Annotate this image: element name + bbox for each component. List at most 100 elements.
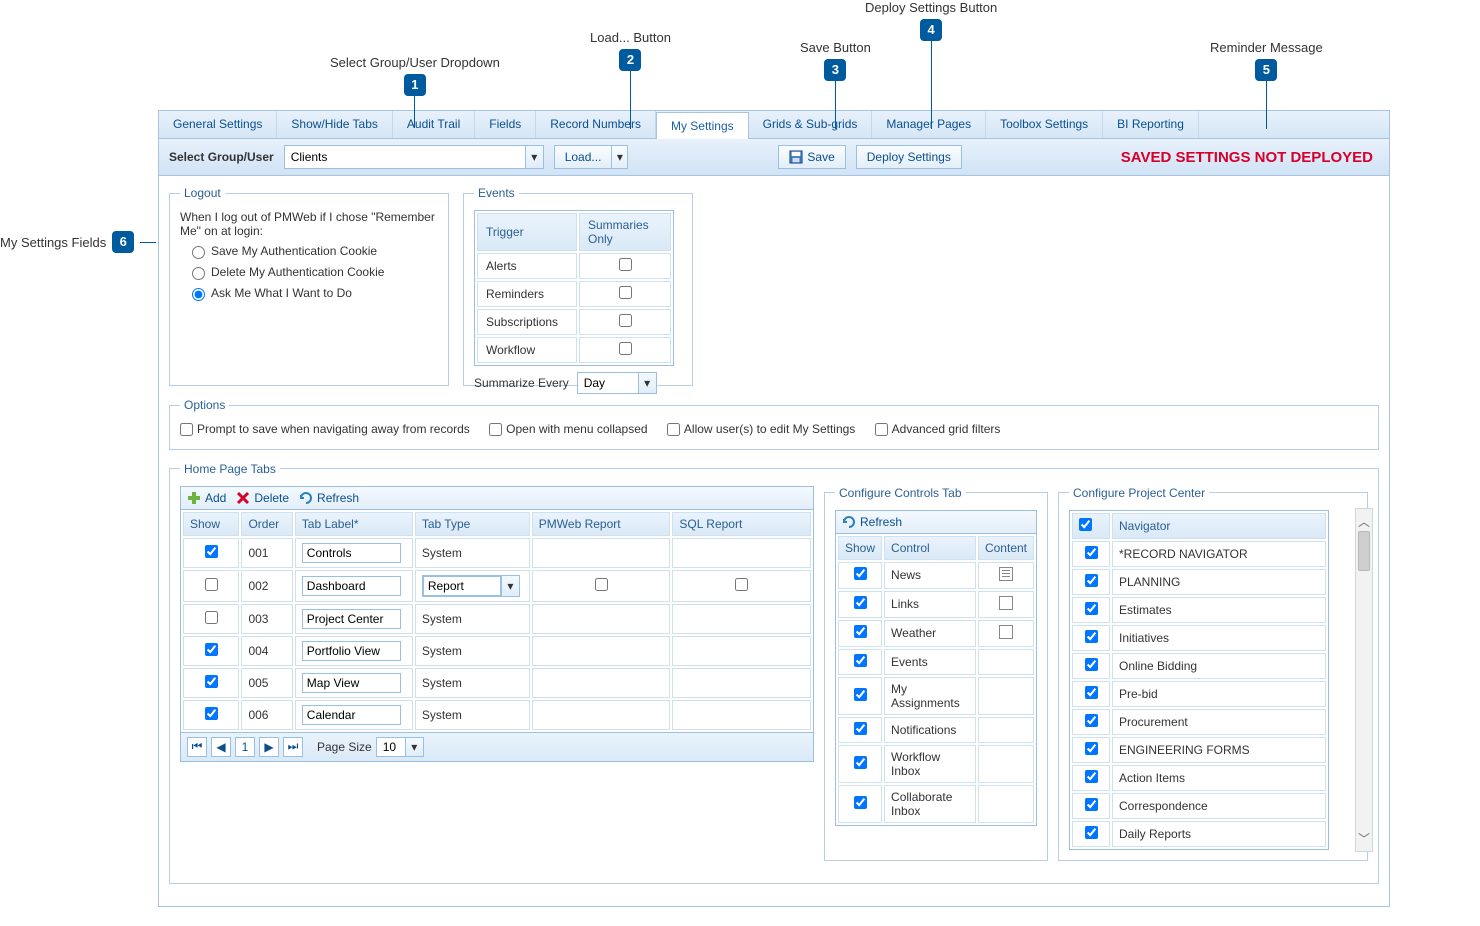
tab-my-settings[interactable]: My Settings	[656, 112, 749, 139]
show-checkbox[interactable]	[205, 707, 218, 720]
radio-delete-cookie[interactable]	[192, 267, 205, 280]
table-row[interactable]: Workflow Inbox	[838, 745, 1034, 783]
workflow-checkbox[interactable]	[619, 342, 632, 355]
tab-label-input[interactable]	[302, 705, 401, 725]
summarize-dropdown[interactable]: ▾	[577, 372, 657, 394]
col-pmweb[interactable]: PMWeb Report	[532, 512, 671, 536]
show-checkbox[interactable]	[1085, 630, 1098, 643]
show-checkbox[interactable]	[205, 643, 218, 656]
opt-prompt-save[interactable]	[180, 423, 193, 436]
show-checkbox[interactable]	[1085, 742, 1098, 755]
show-checkbox[interactable]	[1085, 826, 1098, 839]
show-checkbox[interactable]	[1085, 602, 1098, 615]
radio-ask-me[interactable]	[192, 288, 205, 301]
tab-bi-reporting[interactable]: BI Reporting	[1103, 111, 1199, 138]
show-checkbox[interactable]	[854, 625, 867, 638]
save-button[interactable]: Save	[778, 145, 845, 169]
show-checkbox[interactable]	[205, 545, 218, 558]
subscriptions-checkbox[interactable]	[619, 314, 632, 327]
table-row[interactable]: Pre-bid	[1072, 681, 1326, 707]
scroll-down-icon[interactable]: ﹀	[1358, 826, 1370, 851]
chevron-down-icon[interactable]: ▾	[638, 373, 656, 393]
chevron-down-icon[interactable]: ▾	[405, 738, 423, 756]
controls-col-content[interactable]: Content	[978, 536, 1034, 560]
chevron-down-icon[interactable]: ▾	[612, 145, 628, 169]
scrollbar-thumb[interactable]	[1358, 531, 1370, 571]
col-order[interactable]: Order	[241, 512, 292, 536]
scroll-up-icon[interactable]: ︿	[1358, 509, 1370, 534]
controls-refresh-button[interactable]: Refresh	[842, 515, 902, 529]
table-row[interactable]: PLANNING	[1072, 569, 1326, 595]
table-row[interactable]: Links	[838, 591, 1034, 618]
show-checkbox[interactable]	[854, 596, 867, 609]
show-checkbox[interactable]	[854, 796, 867, 809]
show-checkbox[interactable]	[1085, 714, 1098, 727]
deploy-settings-button[interactable]: Deploy Settings	[856, 145, 962, 169]
add-button[interactable]: Add	[187, 491, 226, 505]
opt-allow-edit[interactable]	[667, 423, 680, 436]
refresh-button[interactable]: Refresh	[299, 491, 359, 505]
table-row[interactable]: ENGINEERING FORMS	[1072, 737, 1326, 763]
tab-label-input[interactable]	[302, 609, 401, 629]
opt-collapsed[interactable]	[489, 423, 502, 436]
pagesize-input[interactable]	[377, 738, 405, 756]
summarize-input[interactable]	[578, 373, 638, 393]
chevron-down-icon[interactable]: ▾	[525, 146, 543, 168]
show-checkbox[interactable]	[854, 722, 867, 735]
controls-col-show[interactable]: Show	[838, 536, 882, 560]
scrollbar[interactable]: ︿ ﹀	[1355, 508, 1373, 852]
col-label[interactable]: Tab Label*	[295, 512, 413, 536]
table-row[interactable]: Online Bidding	[1072, 653, 1326, 679]
col-show[interactable]: Show	[183, 512, 239, 536]
table-row[interactable]: Weather	[838, 620, 1034, 647]
pc-col-navigator[interactable]: Navigator	[1112, 513, 1326, 539]
tab-general-settings[interactable]: General Settings	[159, 111, 277, 138]
table-row[interactable]: Correspondence	[1072, 793, 1326, 819]
show-checkbox[interactable]	[854, 688, 867, 701]
tab-type-input[interactable]	[423, 576, 501, 596]
table-row[interactable]: Estimates	[1072, 597, 1326, 623]
col-type[interactable]: Tab Type	[415, 512, 530, 536]
show-checkbox[interactable]	[1085, 770, 1098, 783]
table-row[interactable]: 003 System	[183, 604, 811, 634]
show-checkbox[interactable]	[854, 756, 867, 769]
tab-label-input[interactable]	[302, 641, 401, 661]
pc-header-checkbox[interactable]	[1079, 518, 1092, 531]
table-row[interactable]: Daily Reports	[1072, 821, 1326, 847]
table-row[interactable]: 006 System	[183, 700, 811, 730]
show-checkbox[interactable]	[854, 567, 867, 580]
pager-prev[interactable]: ◀	[211, 737, 231, 757]
table-row[interactable]: News	[838, 562, 1034, 589]
radio-save-cookie[interactable]	[192, 246, 205, 259]
opt-advanced-filters[interactable]	[875, 423, 888, 436]
show-checkbox[interactable]	[1085, 658, 1098, 671]
show-checkbox[interactable]	[205, 675, 218, 688]
show-checkbox[interactable]	[205, 578, 218, 591]
table-row[interactable]: 004 System	[183, 636, 811, 666]
pager-page[interactable]: 1	[235, 737, 255, 757]
table-row[interactable]: 005 System	[183, 668, 811, 698]
table-row[interactable]: Events	[838, 649, 1034, 675]
pager-first[interactable]: ⏮	[187, 737, 207, 757]
pagesize-dropdown[interactable]: ▾	[376, 737, 424, 757]
tab-type-dropdown[interactable]: ▾	[422, 575, 520, 597]
show-checkbox[interactable]	[1085, 546, 1098, 559]
table-row[interactable]: Notifications	[838, 717, 1034, 743]
pager-last[interactable]: ⏭	[283, 737, 303, 757]
show-checkbox[interactable]	[1085, 686, 1098, 699]
table-row[interactable]: Procurement	[1072, 709, 1326, 735]
pmweb-checkbox[interactable]	[595, 578, 608, 591]
show-checkbox[interactable]	[205, 611, 218, 624]
table-row[interactable]: Collaborate Inbox	[838, 785, 1034, 823]
table-row[interactable]: 001 System	[183, 538, 811, 568]
table-row[interactable]: *RECORD NAVIGATOR	[1072, 541, 1326, 567]
table-row[interactable]: My Assignments	[838, 677, 1034, 715]
delete-button[interactable]: Delete	[236, 491, 289, 505]
select-group-dropdown[interactable]: ▾	[284, 145, 544, 169]
tab-label-input[interactable]	[302, 673, 401, 693]
show-checkbox[interactable]	[1085, 574, 1098, 587]
show-checkbox[interactable]	[854, 654, 867, 667]
table-row[interactable]: Action Items	[1072, 765, 1326, 791]
alerts-checkbox[interactable]	[619, 258, 632, 271]
table-row[interactable]: 002 ▾	[183, 570, 811, 602]
